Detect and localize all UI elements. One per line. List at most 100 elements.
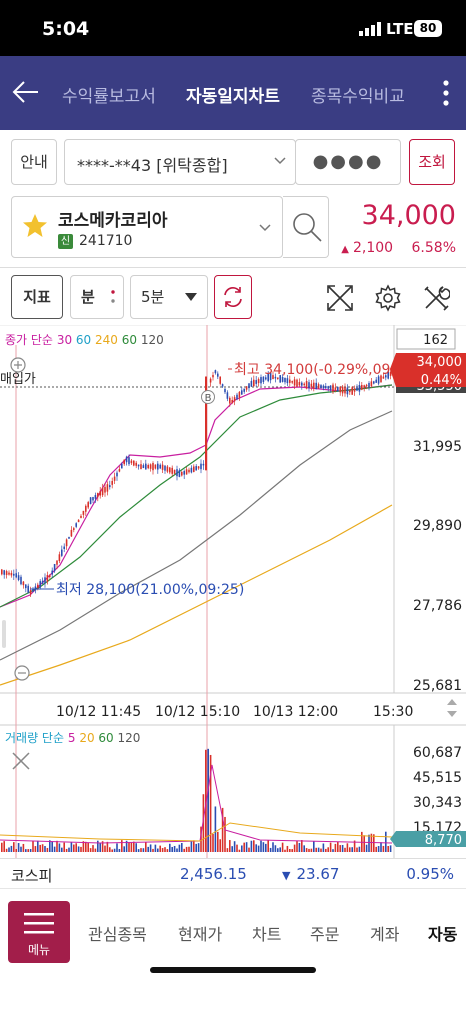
nav-account[interactable]: 계좌	[370, 921, 399, 945]
candle	[221, 384, 224, 387]
star-icon[interactable]	[22, 213, 48, 239]
volume-bar	[159, 845, 161, 852]
nav-order[interactable]: 주문	[310, 921, 339, 945]
zoom-in-icon[interactable]	[10, 357, 26, 373]
candle	[53, 563, 56, 572]
menu-button[interactable]: 메뉴	[8, 901, 70, 963]
candle	[111, 480, 113, 485]
period-type-button[interactable]: 분	[70, 275, 124, 319]
volume-bar	[344, 847, 346, 852]
volume-bar	[80, 846, 82, 852]
nav-chart[interactable]: 차트	[252, 921, 281, 945]
tab-auto-journal-chart[interactable]: 자동일지차트	[186, 82, 280, 107]
close-icon[interactable]	[12, 752, 30, 770]
volume-bar	[25, 849, 27, 852]
volume-bar	[214, 806, 217, 852]
status-time: 5:04	[42, 18, 90, 40]
candle	[145, 463, 147, 470]
indicator-button[interactable]: 지표	[11, 275, 63, 319]
volume-bar	[255, 844, 257, 852]
candle	[305, 381, 308, 389]
volume-bar	[389, 845, 392, 852]
candle	[255, 380, 257, 384]
interval-select[interactable]: 5분	[130, 275, 208, 319]
volume-bar	[317, 847, 320, 852]
candle	[94, 495, 97, 499]
volume-bar	[217, 831, 219, 852]
candle	[5, 571, 8, 576]
ma-legend[interactable]: 종가 단순 30 60 240 60 120	[5, 333, 164, 347]
nav-auto[interactable]: 자동	[428, 921, 457, 945]
candle	[293, 379, 296, 386]
candle	[358, 385, 361, 392]
volume-bar	[332, 849, 334, 852]
volume-bar	[327, 847, 329, 852]
volume-bar	[140, 848, 142, 852]
kospi-ticker[interactable]: 코스피 2,456.15 ▼ 23.67 0.95%	[0, 858, 466, 888]
gear-icon[interactable]	[374, 284, 402, 312]
candle	[217, 373, 219, 377]
volume-legend[interactable]: 거래량 단순 5 20 60 120	[5, 731, 140, 745]
tab-return-report[interactable]: 수익률보고서	[62, 82, 156, 107]
chart-canvas[interactable]: B 최고 34,100(-0.29%,09 최저 28,100(21.00%,0…	[0, 325, 466, 858]
candle	[190, 467, 193, 473]
volume-bar	[279, 847, 281, 852]
candle	[178, 470, 181, 477]
candle	[361, 385, 363, 390]
tools-icon[interactable]	[422, 284, 450, 312]
volume-bar	[63, 842, 65, 852]
stock-selector[interactable]: 코스메카코리아 신 241710	[11, 196, 283, 258]
chevron-down-icon	[259, 224, 271, 232]
volume-bar	[308, 848, 310, 852]
candle	[363, 385, 365, 388]
x-tick: 10/12 11:45	[56, 704, 141, 720]
nav-watchlist[interactable]: 관심종목	[88, 921, 147, 945]
buy-marker: B	[201, 390, 215, 404]
volume-bar	[277, 848, 279, 852]
scroll-handle[interactable]	[2, 620, 6, 648]
price-chart[interactable]: B 최고 34,100(-0.29%,09 최저 28,100(21.00%,0…	[0, 325, 466, 865]
candle	[169, 467, 171, 473]
volume-bar	[34, 846, 37, 852]
volume-bar	[106, 841, 109, 852]
zoom-out-icon[interactable]	[14, 665, 30, 681]
candle	[231, 399, 233, 403]
tab-stock-return-compare[interactable]: 종목수익비교	[311, 82, 405, 107]
account-select[interactable]: ****-**43 [위탁종합]	[64, 139, 296, 185]
stock-search-button[interactable]	[283, 196, 329, 258]
candle	[101, 487, 104, 496]
more-vertical-icon[interactable]	[438, 78, 454, 108]
volume-bar	[85, 841, 87, 852]
scroll-updown-icon[interactable]	[447, 699, 457, 717]
candle	[356, 387, 358, 391]
back-arrow-icon[interactable]	[12, 78, 40, 106]
candle	[310, 383, 313, 387]
volume-bar	[334, 843, 337, 852]
volume-bar	[87, 842, 89, 852]
refresh-button[interactable]	[214, 275, 252, 319]
volume-bar	[286, 845, 289, 852]
y-tick: 31,995	[413, 439, 462, 455]
volume-bar	[351, 847, 353, 852]
volume-bar	[154, 844, 157, 852]
guide-button[interactable]: 안내	[11, 139, 57, 185]
password-field[interactable]: ●●●●	[295, 139, 401, 185]
volume-bar	[226, 848, 229, 852]
candle	[209, 378, 212, 383]
volume-bar	[281, 842, 284, 852]
volume-bar	[118, 848, 121, 852]
fullscreen-icon[interactable]	[326, 284, 354, 312]
candle	[248, 383, 250, 389]
volume-bar	[75, 843, 77, 852]
volume-bar	[65, 848, 68, 852]
volume-bar	[315, 847, 317, 852]
volume-bar	[363, 835, 365, 852]
candle	[365, 384, 368, 387]
candle	[10, 572, 13, 576]
volume-bar	[56, 840, 58, 852]
volume-bar	[147, 846, 149, 852]
candle	[104, 486, 106, 493]
query-button[interactable]: 조회	[409, 139, 455, 185]
candle	[87, 502, 89, 508]
nav-current-price[interactable]: 현재가	[178, 921, 222, 945]
